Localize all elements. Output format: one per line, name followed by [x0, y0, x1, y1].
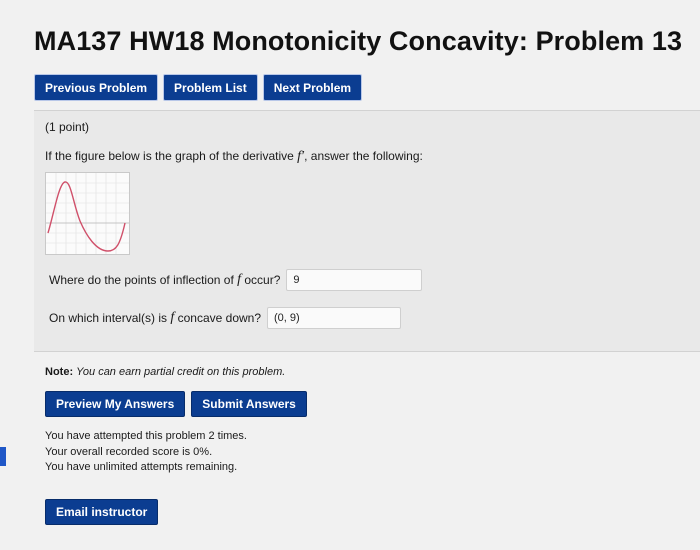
- partial-credit-note: Note: You can earn partial credit on thi…: [45, 366, 285, 378]
- inflection-question-row: Where do the points of inflection of f o…: [49, 269, 423, 291]
- concavity-question-row: On which interval(s) is f concave down? …: [49, 307, 401, 329]
- derivative-graph: [45, 172, 130, 255]
- attempts-text: You have attempted this problem 2 times.: [45, 430, 247, 442]
- question-prefix: If the figure below is the graph of the …: [45, 149, 294, 163]
- derivative-curve: [47, 181, 126, 252]
- concavity-question-suffix: concave down?: [177, 311, 261, 325]
- score-text: Your overall recorded score is 0%.: [45, 445, 213, 458]
- inflection-question-suffix: occur?: [244, 273, 281, 287]
- answer-actions: Preview My Answers Submit Answers: [45, 391, 307, 417]
- inflection-function-symbol: f: [237, 272, 242, 287]
- inflection-question-prefix: Where do the points of inflection of: [49, 273, 234, 287]
- concavity-answer-input[interactable]: (0, 9): [267, 307, 401, 329]
- note-text: You can earn partial credit on this prob…: [76, 366, 286, 378]
- question-suffix: , answer the following:: [304, 149, 423, 163]
- attempt-status: You have attempted this problem 2 times.…: [45, 429, 247, 476]
- problem-list-button[interactable]: Problem List: [163, 74, 258, 101]
- problem-navigation: Previous Problem Problem List Next Probl…: [34, 74, 363, 101]
- problem-panel: (1 point) If the figure below is the gra…: [34, 110, 700, 352]
- problem-question: If the figure below is the graph of the …: [45, 149, 423, 165]
- email-section: Email instructor: [45, 499, 159, 525]
- concavity-question-prefix: On which interval(s) is: [49, 311, 168, 325]
- remaining-attempts-text: You have unlimited attempts remaining.: [45, 461, 238, 473]
- point-value: (1 point): [45, 120, 90, 134]
- concavity-function-symbol: f: [170, 310, 175, 325]
- preview-answers-button[interactable]: Preview My Answers: [45, 391, 186, 417]
- email-instructor-button[interactable]: Email instructor: [45, 499, 159, 525]
- next-problem-button[interactable]: Next Problem: [262, 74, 363, 101]
- graph-grid: [46, 173, 129, 254]
- page-title: MA137 HW18 Monotonicity Concavity: Probl…: [34, 26, 683, 56]
- submit-answers-button[interactable]: Submit Answers: [191, 391, 307, 417]
- left-edge-marker: [0, 447, 6, 466]
- inflection-answer-input[interactable]: 9: [286, 269, 423, 291]
- derivative-graph-svg: [46, 173, 129, 254]
- note-label: Note:: [45, 366, 74, 378]
- previous-problem-button[interactable]: Previous Problem: [34, 74, 159, 101]
